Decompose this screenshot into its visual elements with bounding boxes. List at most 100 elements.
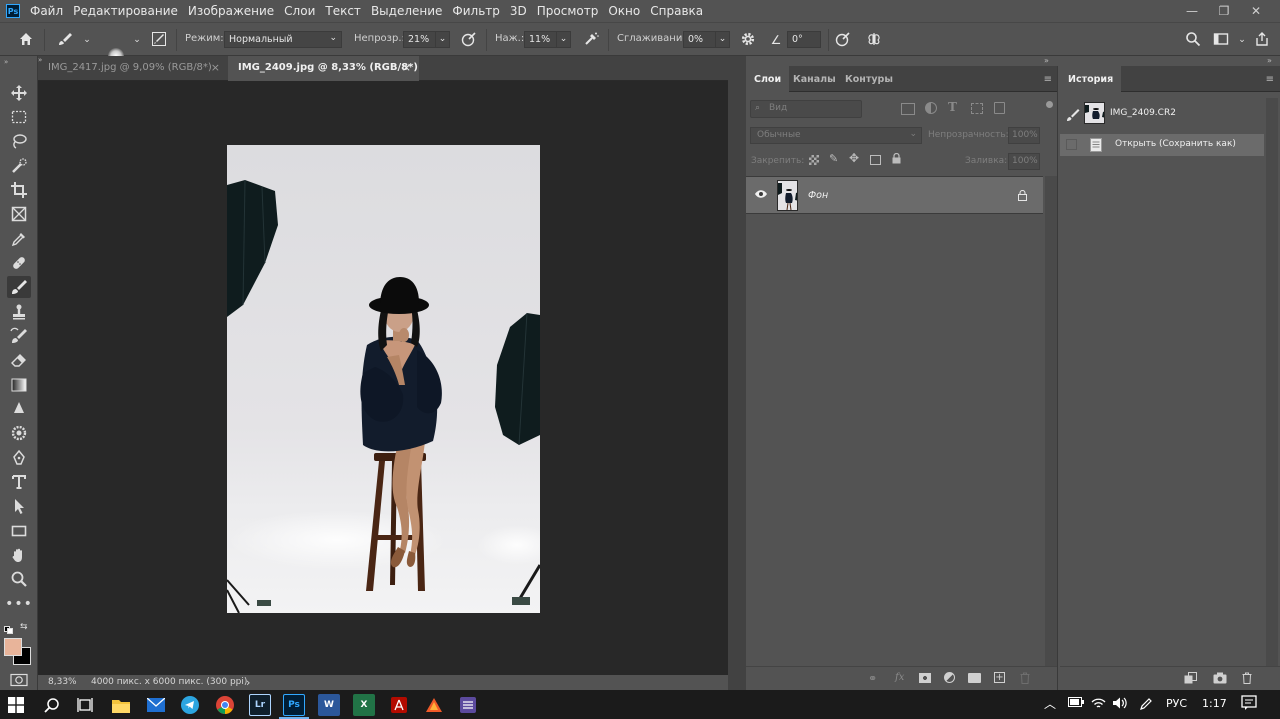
menu-layers[interactable]: Слои — [284, 4, 315, 18]
pressure-input[interactable]: 11% — [524, 31, 558, 48]
blur-tool-icon[interactable] — [7, 398, 31, 420]
frame-tool-icon[interactable] — [7, 203, 31, 225]
gear-icon[interactable] — [739, 31, 757, 49]
lock-transparency-icon[interactable] — [809, 155, 819, 165]
collapse-toolbar-icon[interactable]: » — [4, 58, 8, 66]
new-layer-icon[interactable]: + — [994, 672, 1005, 683]
history-snapshot[interactable]: IMG_2409.CR2 — [1060, 98, 1264, 132]
search-icon[interactable] — [41, 694, 63, 716]
filter-pixel-icon[interactable] — [901, 103, 915, 115]
move-tool-icon[interactable] — [7, 82, 31, 104]
tab-layers[interactable]: Слои — [746, 66, 790, 92]
lock-all-icon[interactable] — [892, 152, 901, 164]
swap-colors-icon[interactable]: ⇆ — [20, 622, 28, 632]
notifications-icon[interactable] — [1241, 695, 1257, 714]
telegram-icon[interactable] — [179, 694, 201, 716]
brush-tool-icon[interactable] — [7, 276, 31, 298]
menu-help[interactable]: Справка — [650, 4, 703, 18]
photoshop-icon[interactable]: Ps — [283, 694, 305, 716]
menu-view[interactable]: Просмотр — [537, 4, 599, 18]
more-tools-icon[interactable]: ••• — [5, 593, 32, 615]
zoom-tool-icon[interactable] — [7, 568, 31, 590]
filter-shape-icon[interactable] — [971, 103, 983, 114]
menu-edit[interactable]: Редактирование — [73, 4, 178, 18]
task-view-icon[interactable] — [74, 694, 96, 716]
collapse-dock-icon[interactable]: » — [1267, 56, 1277, 65]
clone-stamp-tool-icon[interactable] — [7, 301, 31, 323]
mode-select[interactable]: Нормальный ⌄ — [224, 31, 342, 48]
chevron-down-icon[interactable]: ⌄ — [78, 31, 96, 49]
opacity-input[interactable]: 21% — [403, 31, 437, 48]
tab-channels[interactable]: Каналы — [785, 66, 844, 92]
share-icon[interactable] — [1253, 31, 1271, 49]
airbrush-icon[interactable] — [582, 31, 600, 49]
default-colors-icon[interactable] — [4, 624, 13, 634]
language-indicator[interactable]: РУС — [1166, 697, 1187, 710]
canvas-area[interactable] — [38, 81, 728, 675]
eraser-tool-icon[interactable] — [7, 349, 31, 371]
panel-menu-icon[interactable]: ≡ — [1266, 74, 1274, 85]
symmetry-icon[interactable] — [865, 31, 883, 49]
menu-filter[interactable]: Фильтр — [452, 4, 499, 18]
layer-filter-search[interactable]: Вид — [750, 100, 862, 118]
collapse-dock-icon[interactable]: » — [1044, 56, 1054, 65]
tab-img-2417[interactable]: IMG_2417.jpg @ 9,09% (RGB/8*) × — [38, 56, 228, 81]
quick-selection-tool-icon[interactable] — [7, 155, 31, 177]
blend-mode-select[interactable]: Обычные ⌄ — [750, 127, 922, 144]
add-mask-icon[interactable] — [919, 673, 931, 683]
word-icon[interactable]: W — [318, 694, 340, 716]
smoothing-dropdown[interactable]: ⌄ — [715, 31, 730, 48]
document-photo[interactable] — [227, 145, 540, 613]
app-icon[interactable] — [457, 694, 479, 716]
filter-smart-object-icon[interactable] — [994, 102, 1005, 114]
menu-window[interactable]: Окно — [608, 4, 640, 18]
tab-history[interactable]: История — [1060, 66, 1122, 92]
opacity-dropdown[interactable]: ⌄ — [435, 31, 450, 48]
close-icon[interactable]: × — [211, 61, 220, 74]
path-selection-tool-icon[interactable] — [7, 495, 31, 517]
foreground-color-swatch[interactable] — [4, 638, 22, 656]
layer-fill-input[interactable]: 100% — [1008, 153, 1040, 170]
trash-icon[interactable] — [1020, 672, 1030, 684]
healing-brush-tool-icon[interactable] — [7, 252, 31, 274]
acrobat-icon[interactable] — [388, 694, 410, 716]
eye-icon[interactable] — [754, 189, 768, 199]
dodge-tool-icon[interactable] — [7, 422, 31, 444]
filter-type-icon[interactable]: T — [948, 100, 957, 114]
lasso-tool-icon[interactable] — [7, 130, 31, 152]
quick-mask-icon[interactable] — [8, 673, 30, 687]
menu-select[interactable]: Выделение — [371, 4, 442, 18]
close-icon[interactable]: × — [402, 61, 411, 74]
link-layers-icon[interactable]: ⚭ — [868, 672, 877, 685]
brush-settings-icon[interactable] — [150, 31, 168, 49]
restore-button[interactable]: ❐ — [1208, 0, 1240, 22]
fx-icon[interactable]: fx — [895, 672, 904, 683]
tab-img-2409[interactable]: IMG_2409.jpg @ 8,33% (RGB/8*) × — [228, 56, 419, 81]
menu-file[interactable]: Файл — [30, 4, 63, 18]
file-explorer-icon[interactable] — [110, 694, 132, 716]
chevron-down-icon[interactable]: ⌄ — [1233, 31, 1251, 49]
search-icon[interactable] — [1184, 31, 1202, 49]
filter-toggle[interactable] — [1046, 101, 1053, 108]
hand-tool-icon[interactable] — [7, 544, 31, 566]
home-icon[interactable] — [17, 31, 35, 49]
trash-icon[interactable] — [1242, 672, 1252, 684]
pen-workspace-icon[interactable] — [1139, 697, 1153, 714]
pressure-size-icon[interactable] — [834, 31, 852, 49]
tab-paths[interactable]: Контуры — [837, 66, 901, 92]
type-tool-icon[interactable] — [7, 471, 31, 493]
status-menu-arrow[interactable]: › — [246, 676, 250, 689]
layer-name[interactable]: Фон — [808, 190, 828, 201]
history-step[interactable]: Открыть (Сохранить как) — [1060, 134, 1264, 156]
workspace-icon[interactable] — [1212, 31, 1230, 49]
chevron-down-icon[interactable]: ⌄ — [128, 31, 146, 49]
lock-pixels-icon[interactable]: ✎ — [829, 152, 838, 165]
history-brush-icon[interactable] — [1066, 108, 1080, 122]
lightroom-icon[interactable]: Lr — [249, 694, 271, 716]
menu-3d[interactable]: 3D — [510, 4, 527, 18]
clock[interactable]: 1:17 — [1202, 697, 1227, 710]
panel-menu-icon[interactable]: ≡ — [1044, 74, 1052, 85]
battery-icon[interactable] — [1068, 697, 1084, 710]
menu-type[interactable]: Текст — [325, 4, 361, 18]
new-document-from-state-icon[interactable] — [1184, 672, 1197, 684]
